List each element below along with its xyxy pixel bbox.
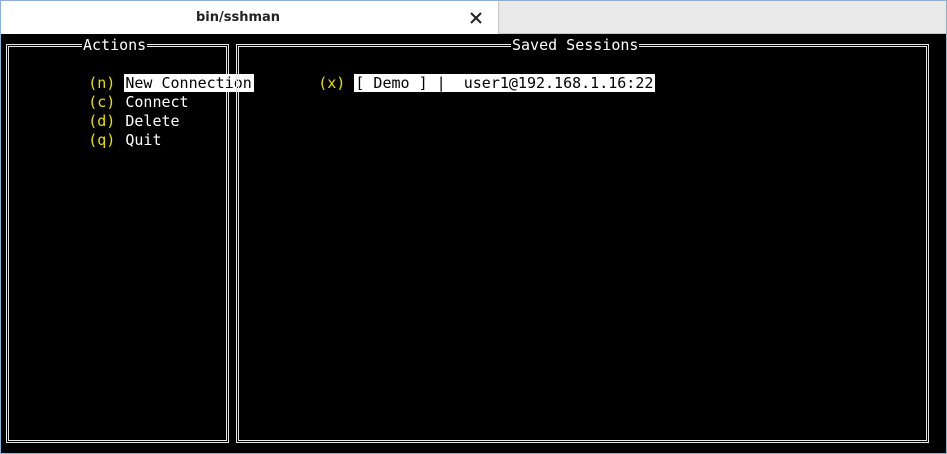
action-quit[interactable]: (q) Quit <box>16 112 164 149</box>
tab-title: bin/sshman <box>195 10 281 25</box>
action-connect[interactable]: (c) Connect <box>16 74 191 111</box>
tab-bar: bin/sshman <box>1 1 946 34</box>
session-label: [ Demo ] | user1@192.168.1.16:22 <box>354 74 656 92</box>
session-item-demo[interactable]: (x) [ Demo ] | user1@192.168.1.16:22 <box>246 55 656 92</box>
action-delete[interactable]: (d) Delete <box>16 93 182 130</box>
terminal-content[interactable]: Actions (n) New Connection (c) Connect (… <box>1 34 946 453</box>
saved-sessions-panel-title: Saved Sessions <box>511 36 640 54</box>
action-key: (q) <box>88 131 116 149</box>
action-new-connection[interactable]: (n) New Connection <box>16 55 254 92</box>
scrollbar[interactable] <box>932 34 946 453</box>
session-key: (x) <box>318 74 346 92</box>
terminal-window: bin/sshman Actions (n) New Connection (c… <box>0 0 947 454</box>
actions-panel-title: Actions <box>82 36 148 54</box>
actions-panel: Actions (n) New Connection (c) Connect (… <box>6 37 254 443</box>
close-icon[interactable] <box>467 9 485 27</box>
action-label: Quit <box>125 131 162 149</box>
tab-sshman[interactable]: bin/sshman <box>1 1 499 34</box>
saved-sessions-panel: Saved Sessions (x) [ Demo ] | user1@192.… <box>236 37 929 443</box>
